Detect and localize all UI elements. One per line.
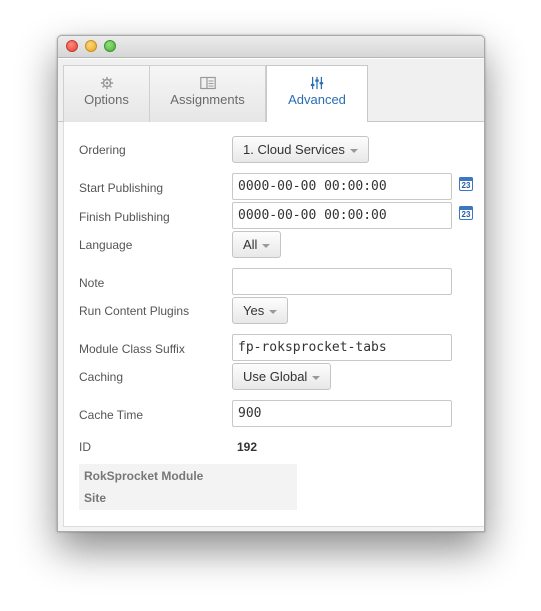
note-field[interactable]: [232, 268, 452, 295]
cache-time-field[interactable]: 900: [232, 400, 452, 427]
calendar-icon[interactable]: 23: [459, 206, 473, 220]
ordering-value: 1. Cloud Services: [243, 142, 345, 157]
language-value: All: [243, 237, 258, 252]
id-value: 192: [237, 440, 258, 454]
language-select[interactable]: All: [232, 231, 282, 258]
caching-label: Caching: [79, 370, 124, 384]
run-content-plugins-value: Yes: [243, 303, 265, 318]
tab-options-label: Options: [84, 92, 129, 107]
run-content-plugins-label: Run Content Plugins: [79, 304, 190, 318]
finish-publishing-label: Finish Publishing: [79, 210, 170, 224]
minimize-window-button[interactable]: [85, 40, 97, 52]
tab-assignments[interactable]: Assignments: [149, 65, 266, 122]
tab-options[interactable]: Options: [63, 65, 150, 122]
run-content-plugins-select[interactable]: Yes: [232, 297, 289, 324]
chevron-down-icon: [349, 148, 358, 153]
id-label: ID: [79, 440, 91, 454]
layout-icon: [199, 76, 216, 90]
zoom-window-button[interactable]: [104, 40, 116, 52]
note-label: Note: [79, 276, 105, 290]
calendar-icon[interactable]: 23: [459, 177, 473, 191]
module-editor-window: Options Assignments Advanced Ordering 1.…: [57, 35, 485, 532]
module-type-text: RokSprocket Module: [84, 469, 204, 483]
caching-select[interactable]: Use Global: [232, 363, 332, 390]
advanced-panel: Ordering 1. Cloud Services Start Publish…: [63, 122, 484, 527]
module-class-suffix-field[interactable]: fp-roksprocket-tabs: [232, 334, 452, 361]
chevron-down-icon: [262, 243, 271, 248]
cache-time-label: Cache Time: [79, 408, 144, 422]
tab-advanced-label: Advanced: [288, 92, 346, 107]
caching-value: Use Global: [243, 369, 308, 384]
module-class-suffix-label: Module Class Suffix: [79, 342, 185, 356]
tab-assignments-label: Assignments: [170, 92, 245, 107]
start-publishing-field[interactable]: 0000-00-00 00:00:00: [232, 173, 452, 200]
calendar-day: 23: [461, 181, 471, 190]
finish-publishing-field[interactable]: 0000-00-00 00:00:00: [232, 202, 452, 229]
chevron-down-icon: [312, 375, 321, 380]
calendar-day: 23: [461, 210, 471, 219]
tab-bar: Options Assignments Advanced: [58, 59, 484, 123]
title-bar: [58, 36, 484, 58]
sliders-icon: [310, 76, 324, 90]
tab-advanced[interactable]: Advanced: [266, 65, 368, 123]
chevron-down-icon: [269, 309, 278, 314]
ordering-label: Ordering: [79, 143, 126, 157]
start-publishing-label: Start Publishing: [79, 181, 164, 195]
module-info-box: RokSprocket Module Site: [79, 464, 297, 510]
content-area: Options Assignments Advanced Ordering 1.…: [58, 59, 484, 531]
module-site-text: Site: [84, 491, 107, 505]
language-label: Language: [79, 238, 133, 252]
ordering-select[interactable]: 1. Cloud Services: [232, 136, 369, 163]
close-window-button[interactable]: [66, 40, 78, 52]
gear-icon: [100, 76, 113, 90]
